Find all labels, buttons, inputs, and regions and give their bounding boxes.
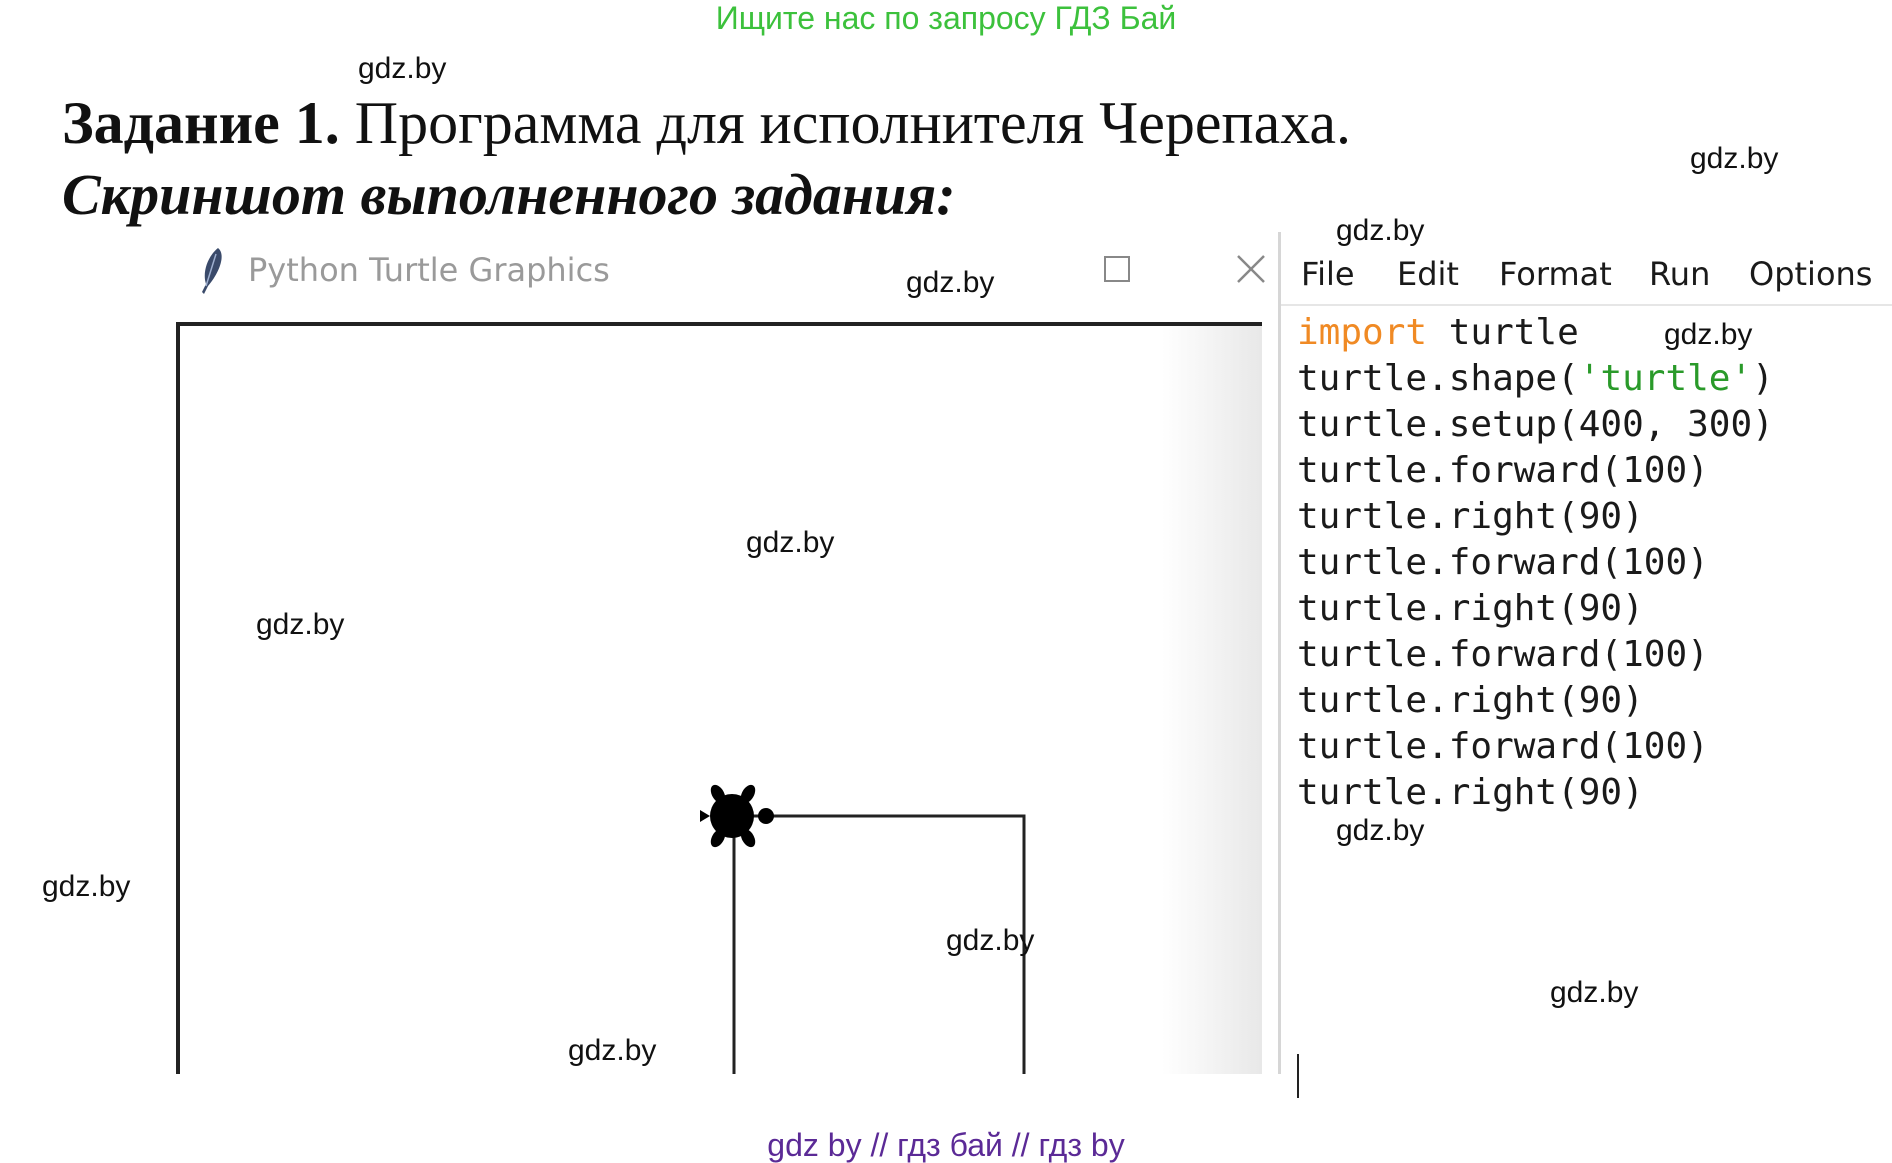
turtle-icon [700,784,774,848]
close-icon[interactable] [1236,254,1266,284]
code-line: turtle.shape('turtle') [1297,356,1774,402]
code-token: turtle.forward(100) [1297,542,1709,583]
top-banner: Ищите нас по запросу ГДЗ Бай [715,0,1177,36]
watermark: gdz.by [1550,976,1639,1009]
code-token: turtle.right(90) [1297,680,1644,721]
code-token: turtle.forward(100) [1297,726,1709,767]
menu-run[interactable]: Run [1649,254,1710,294]
watermark: gdz.by [746,526,835,559]
code-token: turtle.forward(100) [1297,634,1709,675]
turtle-titlebar[interactable]: Python Turtle Graphics [170,232,1265,318]
turtle-window-title: Python Turtle Graphics [248,251,610,289]
code-line: turtle.right(90) [1297,770,1774,816]
watermark: gdz.by [1336,814,1425,847]
watermark: gdz.by [256,608,345,641]
code-line: turtle.right(90) [1297,494,1774,540]
code-token: turtle.right(90) [1297,496,1644,537]
feather-icon [202,248,222,294]
text-cursor [1297,1054,1299,1098]
menu-edit[interactable]: Edit [1397,254,1459,294]
code-token: import [1297,312,1428,353]
menu-format[interactable]: Format [1499,254,1612,294]
watermark: gdz.by [1664,318,1753,351]
code-token: turtle.shape( [1297,358,1579,399]
menu-file[interactable]: File [1301,254,1355,294]
task-subtitle: Скриншот выполненного задания: [62,162,956,227]
code-token: turtle.right(90) [1297,772,1644,813]
footer-links: gdz by // гдз бай // гдз by [767,1127,1125,1163]
menu-options[interactable]: Options [1749,254,1872,294]
watermark: gdz.by [946,924,1035,957]
idle-editor: File Edit Format Run Options import turt… [1278,232,1892,1098]
code-line: turtle.setup(400, 300) [1297,402,1774,448]
watermark: gdz.by [1336,214,1425,247]
code-line: turtle.forward(100) [1297,540,1774,586]
turtle-drawing [700,784,1026,1074]
turtle-canvas [176,322,1262,1074]
task-text: Программа для исполнителя Черепаха. [354,90,1352,156]
code-line: turtle.right(90) [1297,586,1774,632]
code-token: turtle.forward(100) [1297,450,1709,491]
maximize-icon[interactable] [1104,256,1130,282]
task-label: Задание 1. [62,90,340,156]
code-token: turtle [1427,312,1579,353]
code-token: ) [1752,358,1774,399]
watermark: gdz.by [358,52,447,85]
code-area[interactable]: import turtle turtle.shape('turtle') turtl… [1297,310,1774,816]
watermark: gdz.by [1690,142,1779,175]
watermark: gdz.by [568,1034,657,1067]
code-line: turtle.forward(100) [1297,632,1774,678]
code-line: turtle.forward(100) [1297,724,1774,770]
code-token: turtle.setup(400, 300) [1297,404,1774,445]
code-token: 'turtle' [1578,358,1753,399]
watermark: gdz.by [906,266,995,299]
code-line: turtle.right(90) [1297,678,1774,724]
task-title: Задание 1. Программа для исполнителя Чер… [62,88,1351,158]
watermark: gdz.by [42,870,131,903]
code-line: turtle.forward(100) [1297,448,1774,494]
turtle-window: Python Turtle Graphics [170,232,1265,1074]
code-token: turtle.right(90) [1297,588,1644,629]
